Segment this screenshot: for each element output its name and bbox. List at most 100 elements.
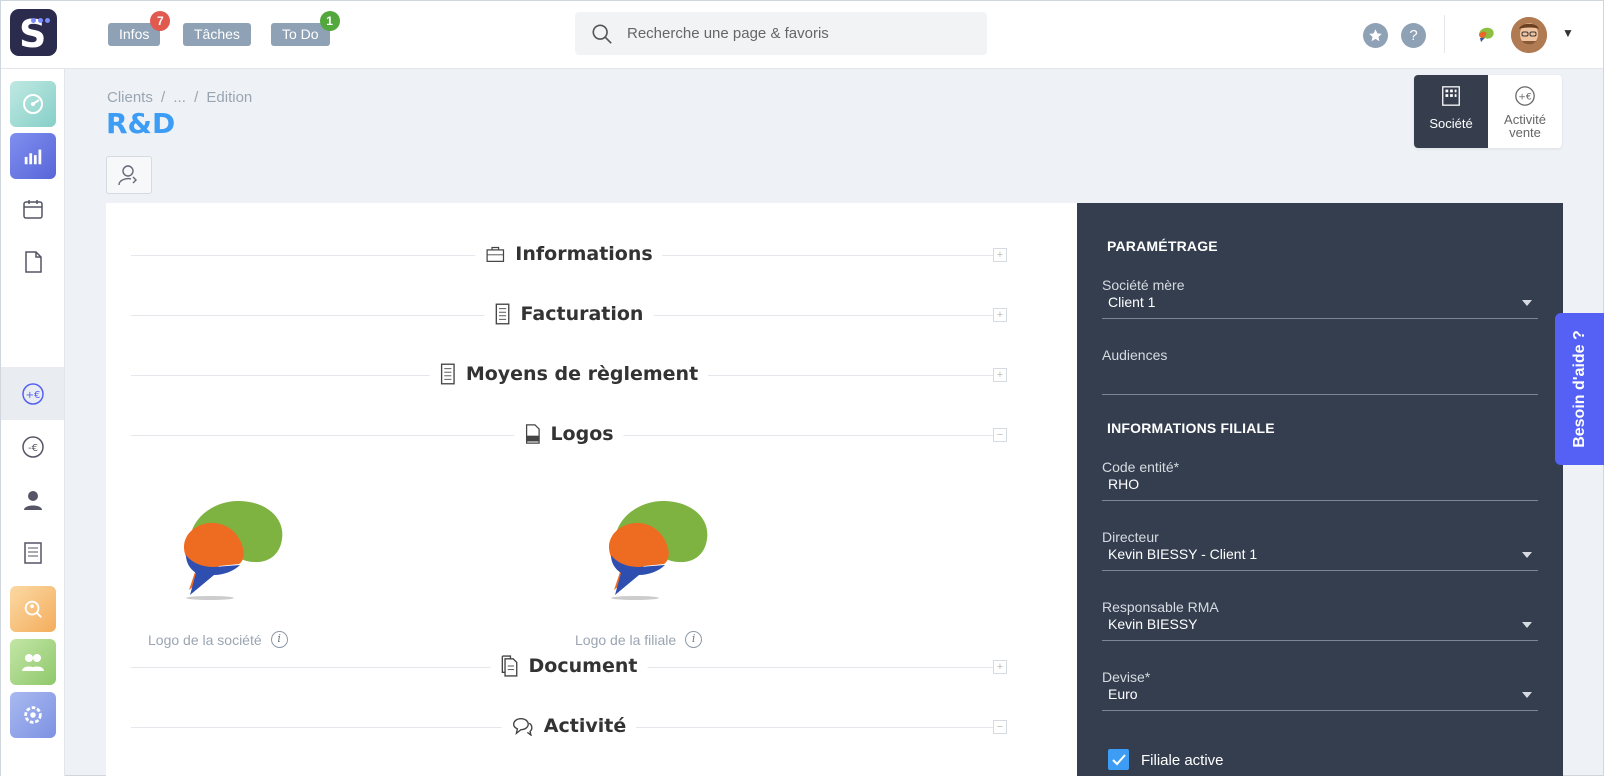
section-document-expand[interactable]: + (993, 660, 1007, 674)
filiale-active-checkbox[interactable] (1108, 749, 1129, 770)
receipt-icon (440, 363, 455, 385)
tab-activite-vente[interactable]: +€ Activité vente (1488, 75, 1562, 148)
info-icon[interactable]: i (270, 631, 288, 648)
section-moyens-reglement[interactable]: Moyens de règlement + (131, 363, 1007, 387)
topbar-divider (1444, 15, 1445, 53)
sidebar-item-calendar[interactable] (10, 186, 56, 232)
sidebar-item-settings[interactable] (10, 692, 56, 738)
section-informations-expand[interactable]: + (993, 248, 1007, 262)
settings-icon (24, 706, 42, 724)
audiences-field[interactable] (1102, 365, 1538, 395)
user-avatar[interactable] (1511, 17, 1547, 53)
info-icon[interactable]: i (685, 631, 703, 648)
logo-filiale-label: Logo de la filiale (575, 631, 677, 648)
societe-mere-value: Client 1 (1108, 294, 1156, 310)
file-icon (25, 251, 42, 273)
section-informations-title: Informations (515, 243, 653, 265)
calendar-icon (23, 200, 43, 219)
chevron-down-icon (1522, 692, 1532, 698)
user-menu-caret[interactable]: ▼ (1562, 26, 1574, 40)
breadcrumb-current: Edition (206, 89, 253, 106)
help-button[interactable]: ? (1401, 23, 1426, 48)
chevron-down-icon (1522, 622, 1532, 628)
sidebar-item-statistics[interactable] (10, 133, 56, 179)
subsidiary-logo-image[interactable] (603, 495, 713, 600)
bar-chart-icon (24, 149, 42, 165)
star-icon (1369, 29, 1382, 42)
filiale-active-label[interactable]: Filiale active (1141, 752, 1224, 769)
breadcrumb-separator: / (194, 89, 199, 106)
tab-societe[interactable]: Société (1414, 75, 1488, 148)
section-moyens-title: Moyens de règlement (465, 363, 699, 385)
receipt-icon (495, 303, 510, 325)
sidebar-item-sales[interactable]: +€ (10, 371, 56, 417)
breadcrumb: Clients / ... / Edition (107, 89, 256, 106)
section-activite-collapse[interactable]: − (993, 720, 1007, 734)
view-toggle: Société +€ Activité vente (1414, 75, 1562, 148)
person-icon (24, 491, 42, 510)
section-moyens-expand[interactable]: + (993, 368, 1007, 382)
search-box[interactable] (575, 12, 987, 55)
code-entite-value: RHO (1108, 476, 1140, 492)
sidebar-item-dashboard[interactable] (10, 81, 56, 127)
help-tab[interactable]: Besoin d'aide ? (1555, 313, 1604, 465)
app-logo[interactable]: S (10, 9, 57, 56)
devise-select[interactable]: Euro (1102, 681, 1538, 711)
section-document-title: Document (528, 655, 638, 677)
audiences-label: Audiences (1102, 347, 1168, 363)
logo-societe-label: Logo de la société (148, 631, 262, 648)
checkmark-icon (1112, 754, 1126, 766)
section-facturation[interactable]: Facturation + (131, 303, 1007, 327)
sidebar-item-recruitment[interactable] (10, 586, 56, 632)
section-logos[interactable]: Logos − (131, 423, 1007, 447)
sidebar-item-purchases[interactable]: -€ (10, 424, 56, 470)
sidebar-item-contacts[interactable] (10, 477, 56, 523)
breadcrumb-clients-link[interactable]: Clients (107, 89, 153, 106)
building-icon (1442, 86, 1460, 106)
nav-taches-label: Tâches (194, 26, 240, 42)
responsable-rma-select[interactable]: Kevin BIESSY (1102, 611, 1538, 641)
nav-infos-label: Infos (119, 26, 150, 42)
nav-taches-button[interactable]: Tâches (183, 23, 251, 46)
section-facturation-expand[interactable]: + (993, 308, 1007, 322)
briefcase-icon (486, 246, 505, 262)
company-logo-icon[interactable] (1474, 23, 1498, 47)
responsable-rma-value: Kevin BIESSY (1108, 616, 1198, 632)
search-person-icon (24, 600, 42, 618)
societe-mere-select[interactable]: Client 1 (1102, 289, 1538, 319)
directeur-value: Kevin BIESSY - Client 1 (1108, 546, 1258, 562)
sidebar-item-invoices[interactable] (10, 530, 56, 576)
search-icon (592, 24, 612, 44)
tab-activite-label-2: vente (1509, 125, 1541, 140)
logo-societe-caption: Logo de la société i (148, 631, 288, 648)
search-input[interactable] (627, 12, 967, 55)
contact-button[interactable] (106, 156, 152, 194)
nav-infos-button[interactable]: Infos 7 (108, 11, 171, 46)
sidebar-item-teams[interactable] (10, 639, 56, 685)
company-logo-image[interactable] (178, 495, 288, 600)
breadcrumb-ellipsis-link[interactable]: ... (173, 89, 186, 106)
nav-todo-label: To Do (282, 26, 319, 42)
user-photo-icon (1511, 17, 1547, 53)
informations-filiale-heading: INFORMATIONS FILIALE (1107, 420, 1275, 436)
dashboard-icon (23, 94, 43, 114)
favorites-star-button[interactable] (1363, 23, 1388, 48)
section-activite[interactable]: Activité − (131, 715, 1007, 739)
section-logos-collapse[interactable]: − (993, 428, 1007, 442)
chevron-down-icon (1522, 552, 1532, 558)
sidebar: +€ -€ (1, 69, 65, 776)
code-entite-input[interactable]: RHO (1102, 471, 1538, 501)
euro-plus-icon: +€ (1515, 86, 1535, 106)
settings-panel: PARAMÉTRAGE Société mère Client 1 Audien… (1077, 203, 1563, 776)
help-tab-label: Besoin d'aide ? (1570, 330, 1588, 448)
infos-count-badge: 7 (150, 11, 171, 31)
nav-todo-button[interactable]: To Do 1 (271, 11, 340, 46)
section-document[interactable]: Document + (131, 655, 1007, 679)
sidebar-item-documents[interactable] (10, 239, 56, 285)
section-activite-title: Activité (543, 715, 627, 737)
help-icon: ? (1409, 27, 1418, 44)
page-title: R&D (106, 107, 176, 140)
document-icon (501, 655, 518, 677)
section-informations[interactable]: Informations + (131, 243, 1007, 267)
directeur-select[interactable]: Kevin BIESSY - Client 1 (1102, 541, 1538, 571)
